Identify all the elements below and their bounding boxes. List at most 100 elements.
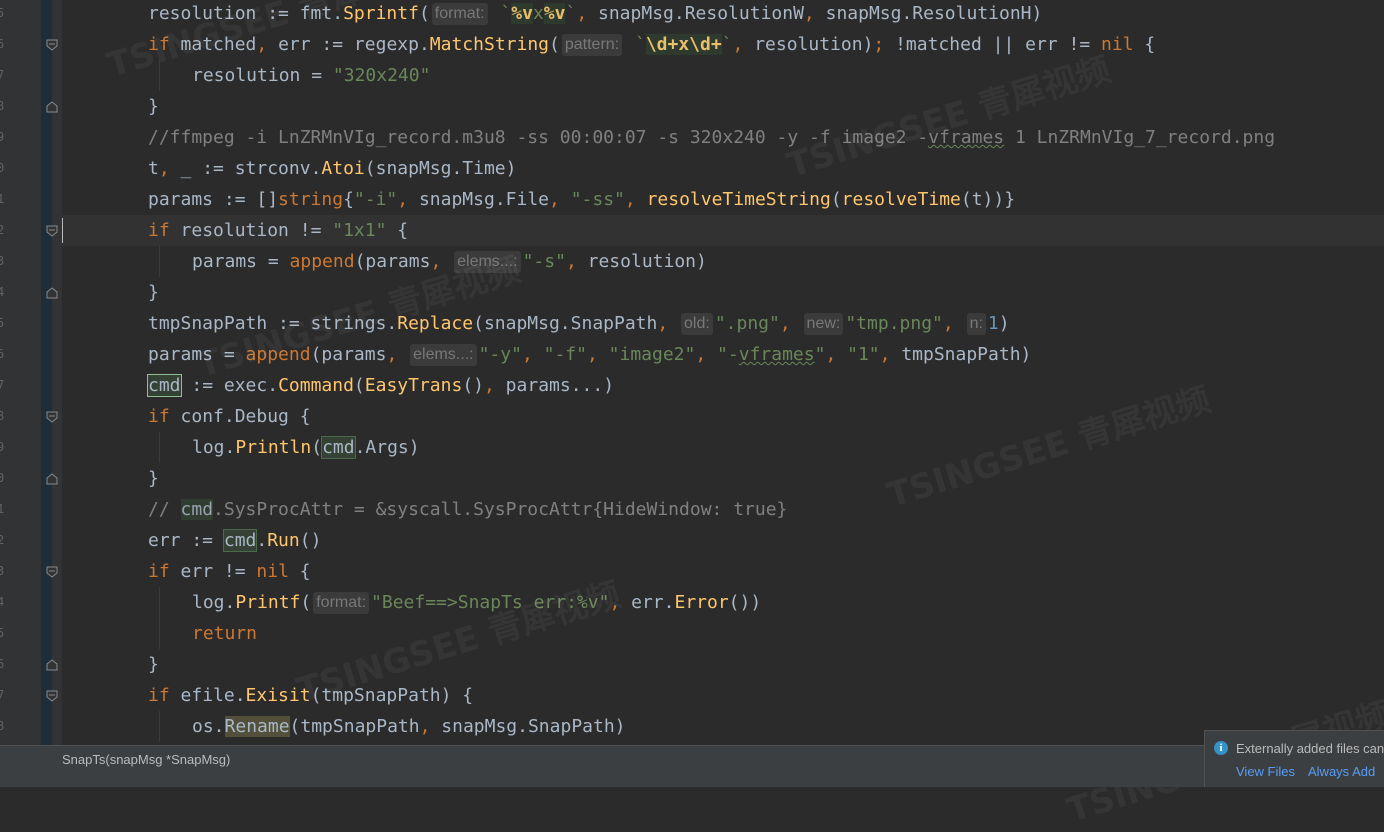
code-token: } [148,96,159,117]
fold-end-icon[interactable] [46,287,58,299]
code-token: // [148,499,181,520]
code-line[interactable]: params = append(params, elems...: "-y", "… [62,339,1384,370]
parameter-hint: n: [966,313,986,335]
code-line[interactable]: cmd := exec.Command(EasyTrans(), params.… [62,370,1384,401]
parameter-hint: format: [313,592,370,614]
code-token: err != [169,561,257,582]
code-text: t, _ := strconv.Atoi(snapMsg.Time) [148,153,516,184]
code-line[interactable]: } [62,463,1384,494]
code-token: "-vframes" [706,344,826,365]
always-add-link[interactable]: Always Add [1308,764,1375,779]
fold-collapse-icon[interactable] [46,39,58,51]
code-token: , [386,344,398,365]
code-token: "Beef==>SnapTs err:%v" [371,592,610,613]
code-line[interactable]: err := cmd.Run() [62,525,1384,556]
view-files-link[interactable]: View Files [1236,764,1295,779]
code-token: "-i" [353,189,398,210]
code-text: log.Println(cmd.Args) [192,432,420,463]
code-line[interactable]: if resolution != "1x1" { [62,215,1384,246]
code-token: params := [] [148,189,279,210]
code-line[interactable]: os.Rename(tmpSnapPath, snapMsg.SnapPath) [62,711,1384,742]
code-line[interactable]: if conf.Debug { [62,401,1384,432]
code-token: ` [721,34,733,55]
indent-guide [159,60,160,91]
line-number: 4 [0,285,5,299]
indent-guide [159,587,160,618]
code-token: , [397,189,409,210]
fold-end-icon[interactable] [46,659,58,671]
code-text: } [148,277,159,308]
code-token: "-s" [522,251,566,272]
code-token: os. [192,716,225,737]
code-token: efile. [169,685,246,706]
code-text: cmd := exec.Command(EasyTrans(), params.… [147,370,614,401]
code-token: () [462,375,484,396]
line-number: 5 [0,626,5,640]
code-token: params = [148,344,246,365]
code-line[interactable]: resolution = "320x240" [62,60,1384,91]
line-number: 1 [0,192,5,206]
breadcrumb[interactable]: SnapTs(snapMsg *SnapMsg) [62,752,230,767]
code-token: ` [565,3,577,24]
code-line[interactable]: } [62,649,1384,680]
fold-end-icon[interactable] [46,101,58,113]
line-number: 7 [0,688,5,702]
parameter-hint: new: [803,313,844,335]
line-number: 0 [0,161,5,175]
highlighted-identifier: cmd [180,499,214,520]
code-token: , [549,189,560,210]
code-token: //ffmpeg -i LnZRMnVIg_record.m3u8 -ss 00… [148,127,1276,148]
code-line[interactable]: log.Printf(format: "Beef==>SnapTs err:%v"… [62,587,1384,618]
code-token: 1 [987,313,999,334]
code-token: , [521,344,533,365]
notification-text: Externally added files can [1236,741,1384,756]
code-token: ` [489,3,512,24]
code-line[interactable]: params = append(params, elems...: "-s", r… [62,246,1384,277]
code-token: , [256,34,268,55]
code-token: ".png" [714,313,780,334]
fold-collapse-icon[interactable] [46,566,58,578]
fold-collapse-icon[interactable] [46,225,58,237]
code-line[interactable]: t, _ := strconv.Atoi(snapMsg.Time) [62,153,1384,184]
fold-collapse-icon[interactable] [46,690,58,702]
code-token: nil [256,561,289,582]
fold-collapse-icon[interactable] [46,411,58,423]
code-token: "-f" [532,344,587,365]
code-line[interactable]: log.Println(cmd.Args) [62,432,1384,463]
code-text: //ffmpeg -i LnZRMnVIg_record.m3u8 -ss 00… [148,122,1275,153]
fold-end-icon[interactable] [46,473,58,485]
code-editor[interactable]: resolution := fmt.Sprintf(format: `%vx%v… [62,0,1384,745]
line-number: 6 [0,37,5,51]
code-token: ( [830,189,842,210]
line-number: 6 [0,657,5,671]
code-token: append [289,251,355,272]
code-text: params := []string{"-i", snapMsg.File, "… [148,184,1015,215]
code-line[interactable]: resolution := fmt.Sprintf(format: `%vx%v… [62,0,1384,29]
line-number: 0 [0,471,5,485]
code-line[interactable]: // cmd.SysProcAttr = &syscall.SysProcAtt… [62,494,1384,525]
code-token: , [158,158,170,179]
code-token: if [148,685,170,706]
code-line[interactable]: if matched, err := regexp.MatchString(pa… [62,29,1384,60]
code-token: err := [148,530,224,551]
code-line[interactable]: } [62,277,1384,308]
code-token: (params [354,251,431,272]
code-token: , [586,344,598,365]
code-token: } [148,654,159,675]
code-token: string [278,189,344,210]
code-line[interactable]: return [62,618,1384,649]
code-line[interactable]: params := []string{"-i", snapMsg.File, "… [62,184,1384,215]
code-token: , [825,344,837,365]
code-text: os.Rename(tmpSnapPath, snapMsg.SnapPath) [192,711,626,742]
code-line[interactable]: tmpSnapPath := strings.Replace(snapMsg.S… [62,308,1384,339]
code-text: tmpSnapPath := strings.Replace(snapMsg.S… [148,308,1010,339]
code-line[interactable]: } [62,91,1384,122]
code-line[interactable]: //ffmpeg -i LnZRMnVIg_record.m3u8 -ss 00… [62,122,1384,153]
code-line[interactable]: if err != nil { [62,556,1384,587]
code-line[interactable]: if efile.Exisit(tmpSnapPath) { [62,680,1384,711]
code-token: ( [549,34,560,55]
code-text: params = append(params, elems...: "-s", r… [192,246,707,277]
code-token: x [532,3,544,24]
code-text: if err != nil { [148,556,311,587]
